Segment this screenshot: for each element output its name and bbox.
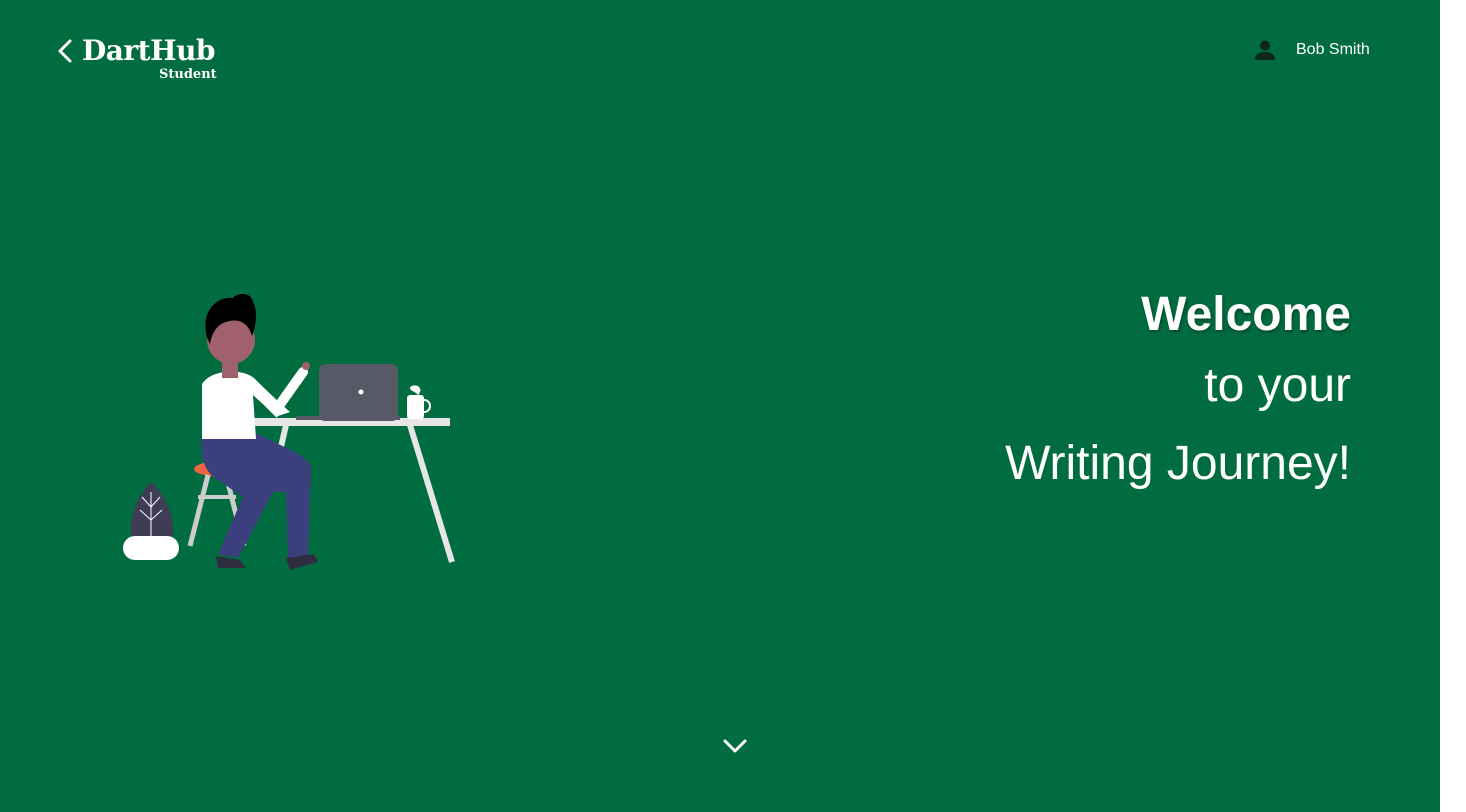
brand-subtitle: Student	[159, 67, 217, 82]
student-at-desk-illustration	[123, 293, 455, 570]
chevron-left-icon	[58, 39, 72, 63]
chevron-down-icon[interactable]	[721, 736, 749, 756]
person-icon	[1255, 40, 1275, 60]
hero-to-your: to your	[1204, 359, 1351, 412]
brand-back-link[interactable]: DartHub Student	[56, 34, 226, 86]
welcome-page: DartHub Student Bob Smith Welcome to you…	[0, 0, 1440, 812]
hero-writing-journey: Writing Journey!	[1005, 437, 1351, 490]
user-menu[interactable]: Bob Smith	[1254, 36, 1370, 64]
brand-name: DartHub	[82, 34, 216, 67]
user-name: Bob Smith	[1296, 41, 1370, 58]
person	[201, 293, 318, 570]
hero-welcome: Welcome	[1141, 288, 1351, 341]
hero-heading: Welcome to your Writing Journey!	[1005, 285, 1351, 493]
laptop	[296, 364, 400, 421]
coffee-mug	[407, 385, 431, 419]
plant	[123, 482, 179, 560]
